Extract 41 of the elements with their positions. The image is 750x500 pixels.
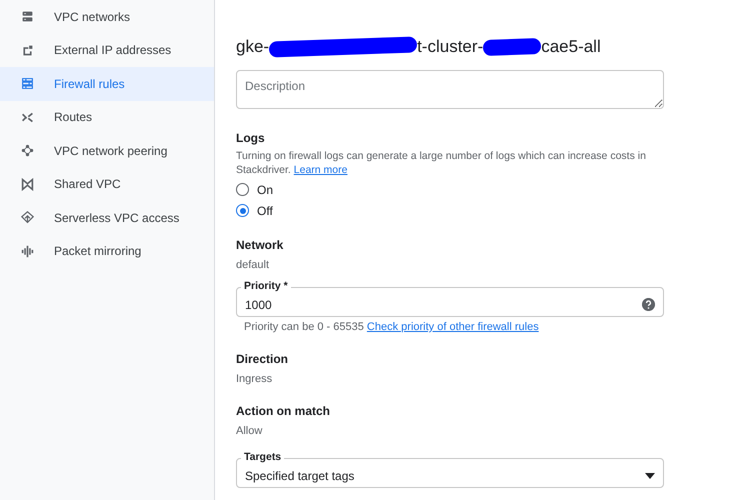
description-field[interactable]: Description	[236, 70, 664, 109]
section-heading: Logs	[236, 131, 266, 145]
sidebar-item[interactable]: Serverless VPC access	[0, 201, 214, 234]
field-value: 1000	[245, 298, 273, 312]
help-icon[interactable]	[642, 298, 655, 311]
field-value: Allow	[236, 425, 264, 437]
priority-field[interactable]: Priority * 1000	[236, 280, 664, 317]
radio-label: On	[257, 182, 274, 196]
priority-link[interactable]: Check priority of other firewall rules	[366, 321, 539, 333]
learn-more-link[interactable]: Learn more	[294, 164, 348, 176]
radio-option[interactable]: On	[236, 179, 664, 200]
page-title: cae5-all	[541, 37, 601, 57]
redaction-scribble	[482, 38, 542, 56]
networks-icon	[21, 10, 34, 24]
section-heading: Action on match	[236, 404, 332, 418]
sidebar-item[interactable]: External IP addresses	[0, 34, 214, 67]
field-value: default	[236, 259, 270, 271]
field-value: Specified target tags	[245, 468, 356, 482]
radio-icon[interactable]	[236, 204, 249, 217]
sidebar-item[interactable]: Routes	[0, 100, 214, 134]
sidebar-item[interactable]: VPC network peering	[0, 134, 214, 168]
section-heading: Direction	[236, 352, 290, 366]
field-label: Priority *	[241, 280, 291, 292]
firewall-icon	[21, 77, 34, 90]
radio-icon[interactable]	[236, 183, 249, 196]
targets-dropdown[interactable]: Targets Specified target tags	[236, 451, 664, 488]
field-label: Targets	[241, 451, 284, 463]
sidebar-item[interactable]: Firewall rules	[0, 67, 214, 100]
routes-icon	[21, 110, 34, 124]
help-text: Turning on firewall logs can generate a large number of logs which can increase costs in Stackdriver. Learn more	[236, 149, 647, 177]
section-heading: Network	[236, 238, 284, 252]
hint-text: Priority can be 0 - 65535 Check priority of other firewall rules	[244, 321, 540, 333]
sidebar-item[interactable]: VPC networks	[0, 0, 214, 34]
radio-option[interactable]: Off	[236, 200, 664, 221]
page-title: t-cluster-	[417, 37, 484, 57]
sidebar-item[interactable]: Packet mirroring	[0, 234, 214, 268]
field-value: Ingress	[236, 373, 274, 385]
sidebar-item[interactable]: Shared VPC	[0, 168, 214, 201]
page-title: gke-	[236, 37, 270, 57]
radio-label: Off	[257, 204, 273, 218]
caret-icon	[645, 472, 655, 478]
